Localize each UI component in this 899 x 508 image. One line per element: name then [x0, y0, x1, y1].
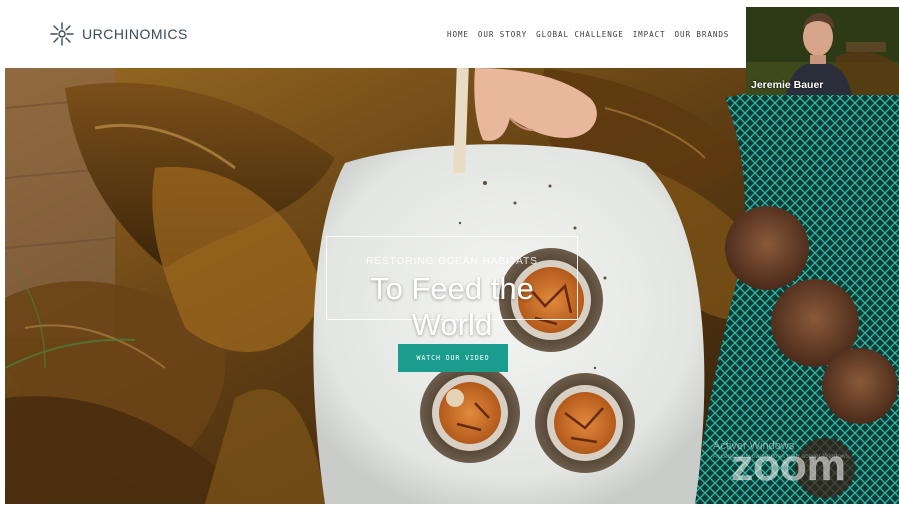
hero-section: RESTORING OCEAN HABITATS To Feed the Wor… — [5, 68, 899, 504]
hero-tagline-box: RESTORING OCEAN HABITATS To Feed the Wor… — [326, 236, 578, 342]
nav-home[interactable]: HOME — [447, 30, 469, 39]
main-nav: HOME OUR STORY GLOBAL CHALLENGE IMPACT O… — [447, 30, 729, 39]
nav-impact[interactable]: IMPACT — [633, 30, 666, 39]
hero-subtitle: RESTORING OCEAN HABITATS — [366, 256, 538, 267]
nav-global-challenge[interactable]: GLOBAL CHALLENGE — [536, 30, 624, 39]
nav-our-brands[interactable]: OUR BRANDS — [675, 30, 730, 39]
zoom-watermark-text: zoom — [731, 441, 846, 490]
screen: URCHINOMICS HOME OUR STORY GLOBAL CHALLE… — [0, 0, 899, 508]
nav-our-story[interactable]: OUR STORY — [478, 30, 527, 39]
urchin-icon — [50, 22, 74, 46]
brand-name: URCHINOMICS — [82, 26, 188, 42]
participant-video[interactable]: Jeremie Bauer — [746, 7, 899, 95]
hero-title: To Feed the World — [370, 271, 534, 342]
zoom-watermark: zoom — [731, 441, 846, 490]
participant-name: Jeremie Bauer — [751, 79, 824, 91]
logo-link[interactable]: URCHINOMICS — [50, 22, 188, 46]
watch-video-button[interactable]: WATCH OUR VIDEO — [398, 344, 508, 372]
